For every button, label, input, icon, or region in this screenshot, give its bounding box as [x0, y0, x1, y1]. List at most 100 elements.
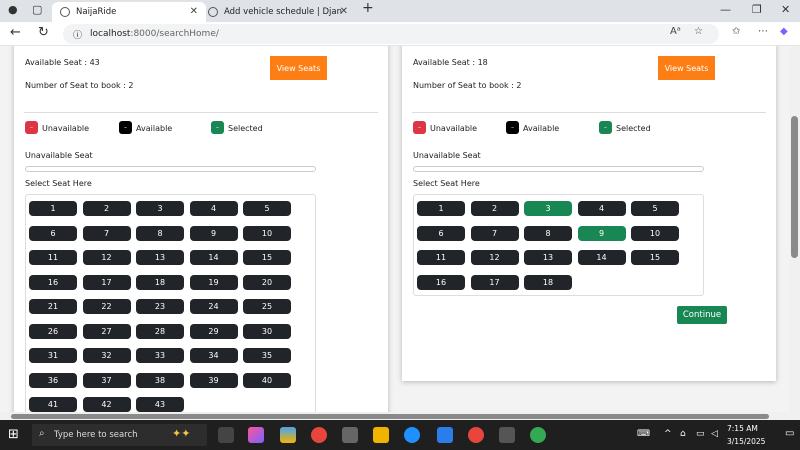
seat-button[interactable]: 2	[470, 201, 519, 216]
vertical-scroll-thumb[interactable]	[791, 116, 798, 258]
task-view-icon[interactable]	[218, 427, 234, 443]
close-window-icon[interactable]: ✕	[781, 3, 790, 16]
seat-button[interactable]: 10	[243, 225, 291, 241]
seat-button[interactable]: 27	[82, 323, 131, 339]
seat-button[interactable]: 15	[243, 250, 291, 265]
seat-button[interactable]: 38	[136, 372, 184, 388]
seat-button[interactable]: 34	[189, 348, 238, 363]
minimize-icon[interactable]: —	[720, 3, 731, 16]
seat-button[interactable]: 24	[189, 299, 238, 314]
seat-button[interactable]: 35	[243, 348, 291, 363]
tab-actions-icon[interactable]: ▢	[32, 3, 42, 16]
keyboard-icon[interactable]: ⌨	[637, 429, 650, 439]
seat-button[interactable]: 9	[189, 225, 238, 241]
seat-button[interactable]: 16	[417, 274, 465, 290]
seat-button[interactable]: 20	[243, 274, 291, 290]
info-icon[interactable]: ⓘ	[73, 28, 82, 41]
seat-button[interactable]: 7	[82, 225, 131, 241]
tab-naijaride[interactable]: NaijaRide ✕	[52, 2, 206, 22]
seat-button[interactable]: 9	[577, 225, 626, 241]
seat-button[interactable]: 12	[82, 250, 131, 265]
edge-icon[interactable]	[404, 427, 420, 443]
seat-button[interactable]: 16	[29, 274, 77, 290]
copilot-icon[interactable]: ◆	[780, 26, 788, 37]
seat-button[interactable]: 7	[470, 225, 519, 241]
seat-button[interactable]: 3	[136, 201, 184, 216]
seat-button[interactable]: 10	[631, 225, 679, 241]
seat-button[interactable]: 6	[29, 225, 77, 241]
seat-button[interactable]: 6	[417, 225, 465, 241]
chrome-profile-icon[interactable]	[468, 427, 484, 443]
seat-button[interactable]: 4	[189, 201, 238, 216]
seat-button[interactable]: 25	[243, 299, 291, 314]
seat-button[interactable]: 1	[417, 201, 465, 216]
view-seats-button[interactable]: View Seats	[658, 56, 715, 80]
battery-icon[interactable]: ▭	[696, 429, 705, 439]
seat-button[interactable]: 13	[524, 250, 572, 265]
chrome-alt-icon[interactable]	[530, 427, 546, 443]
seat-button[interactable]: 4	[577, 201, 626, 216]
seat-button[interactable]: 19	[189, 274, 238, 290]
seat-button[interactable]: 12	[470, 250, 519, 265]
seat-button[interactable]: 8	[136, 225, 184, 241]
seat-button[interactable]: 8	[524, 225, 572, 241]
seat-button[interactable]: 3	[524, 201, 572, 216]
store-icon[interactable]	[280, 427, 296, 443]
seat-button[interactable]: 18	[136, 274, 184, 290]
favorite-star-icon[interactable]: ☆	[694, 26, 703, 37]
vscode-icon[interactable]	[437, 427, 453, 443]
seat-button[interactable]: 14	[577, 250, 626, 265]
seat-button[interactable]: 2	[82, 201, 131, 216]
seat-button[interactable]: 28	[136, 323, 184, 339]
seat-button[interactable]: 15	[631, 250, 679, 265]
network-icon[interactable]: ⌂	[680, 429, 686, 439]
seat-button[interactable]: 33	[136, 348, 184, 363]
refresh-icon[interactable]: ↻	[38, 25, 49, 40]
seat-button[interactable]: 14	[189, 250, 238, 265]
seat-button[interactable]: 1	[29, 201, 77, 216]
terminal-icon[interactable]	[499, 427, 515, 443]
seat-button[interactable]: 11	[417, 250, 465, 265]
favorites-icon[interactable]: ✩	[732, 26, 740, 37]
snip-icon[interactable]	[342, 427, 358, 443]
taskbar-search[interactable]: ⌕ Type here to search ✦✦	[32, 424, 207, 446]
read-aloud-icon[interactable]: Aᵃ	[670, 26, 681, 37]
tray-chevron-icon[interactable]: ^	[664, 429, 672, 439]
view-seats-button[interactable]: View Seats	[270, 56, 327, 80]
seat-button[interactable]: 21	[29, 299, 77, 314]
seat-button[interactable]: 26	[29, 323, 77, 339]
seat-button[interactable]: 17	[82, 274, 131, 290]
seat-button[interactable]: 30	[243, 323, 291, 339]
chrome-icon[interactable]	[311, 427, 327, 443]
seat-button[interactable]: 37	[82, 372, 131, 388]
seat-button[interactable]: 5	[631, 201, 679, 216]
windows-start-icon[interactable]: ⊞	[8, 427, 19, 442]
tab-django[interactable]: Add vehicle schedule | Django sit ✕	[200, 2, 356, 22]
seat-button[interactable]: 13	[136, 250, 184, 265]
seat-button[interactable]: 29	[189, 323, 238, 339]
notification-icon[interactable]: ▭	[785, 428, 794, 439]
seat-button[interactable]: 18	[524, 274, 572, 290]
continue-button[interactable]: Continue	[677, 306, 727, 324]
seat-button[interactable]: 5	[243, 201, 291, 216]
seat-button[interactable]: 40	[243, 372, 291, 388]
address-bar[interactable]: ⓘ localhost:8000/searchHome/	[63, 24, 719, 44]
back-icon[interactable]: ←	[10, 25, 21, 40]
more-icon[interactable]: ⋯	[758, 26, 768, 37]
new-tab-icon[interactable]: +	[362, 0, 374, 16]
seat-button[interactable]: 22	[82, 299, 131, 314]
seat-button[interactable]: 23	[136, 299, 184, 314]
copilot-app-icon[interactable]	[248, 427, 264, 443]
seat-button[interactable]: 32	[82, 348, 131, 363]
horizontal-scroll-thumb[interactable]	[11, 414, 769, 419]
seat-button[interactable]: 11	[29, 250, 77, 265]
clock-time[interactable]: 7:15 AM	[727, 424, 758, 433]
profile-icon[interactable]: ●	[8, 3, 18, 16]
close-tab-icon[interactable]: ✕	[340, 6, 348, 17]
seat-button[interactable]: 36	[29, 372, 77, 388]
seat-button[interactable]: 17	[470, 274, 519, 290]
seat-button[interactable]: 43	[136, 397, 184, 412]
restore-icon[interactable]: ❐	[752, 3, 762, 16]
file-explorer-icon[interactable]	[373, 427, 389, 443]
close-tab-icon[interactable]: ✕	[190, 6, 198, 17]
